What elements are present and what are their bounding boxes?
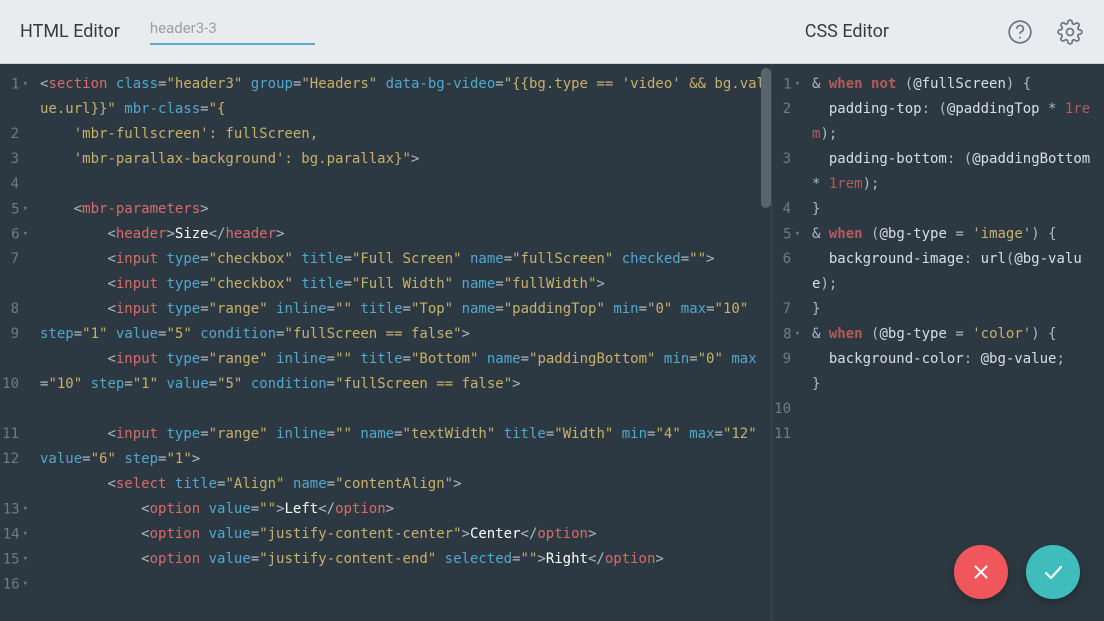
confirm-button[interactable] (1026, 545, 1080, 599)
toolbar-left: HTML Editor header3-3 (20, 19, 805, 45)
css-editor[interactable]: 1234567891011 & when not (@fullScreen) {… (772, 64, 1104, 621)
html-gutter: 12345678910111213141516 (0, 64, 34, 621)
toolbar-right: CSS Editor (805, 18, 1084, 46)
html-editor[interactable]: 12345678910111213141516 <section class="… (0, 64, 772, 621)
toolbar: HTML Editor header3-3 CSS Editor (0, 0, 1104, 64)
editor-split: 12345678910111213141516 <section class="… (0, 64, 1104, 621)
html-editor-title: HTML Editor (20, 21, 120, 42)
gear-icon[interactable] (1056, 18, 1084, 46)
css-gutter: 1234567891011 (772, 64, 806, 621)
filename-input[interactable]: header3-3 (150, 19, 315, 45)
html-code[interactable]: <section class="header3" group="Headers"… (34, 64, 771, 621)
help-icon[interactable] (1006, 18, 1034, 46)
scrollbar-vertical[interactable] (761, 68, 771, 208)
cancel-button[interactable] (954, 545, 1008, 599)
css-code[interactable]: & when not (@fullScreen) { padding-top: … (806, 64, 1104, 621)
css-editor-title: CSS Editor (805, 21, 889, 42)
action-buttons (954, 545, 1080, 599)
